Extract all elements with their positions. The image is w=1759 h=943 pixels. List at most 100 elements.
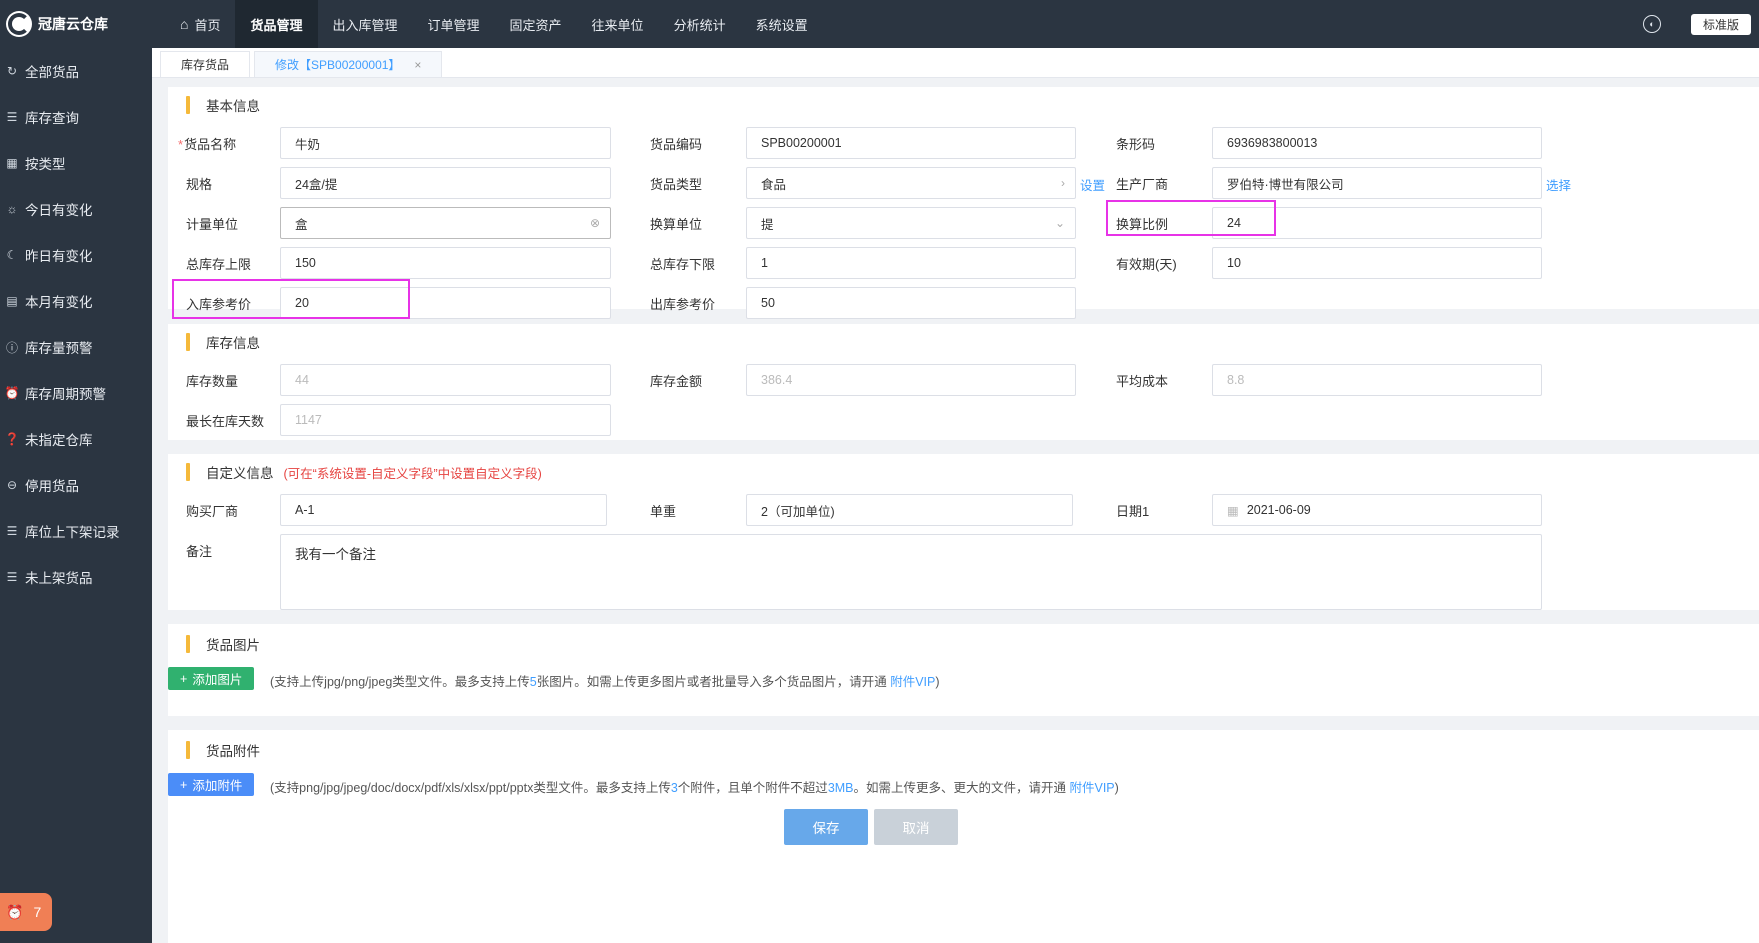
nav-orders[interactable]: 订单管理 <box>413 0 495 48</box>
vip-link[interactable]: 附件VIP <box>890 675 935 689</box>
max-stock-label: 总库存上限 <box>186 257 252 272</box>
stock-qty-input: 44 <box>280 364 611 396</box>
moon-icon: ☾ <box>6 248 18 262</box>
tab-edit-goods[interactable]: 修改【SPB00200001】 × <box>254 51 443 77</box>
date-label: 日期1 <box>1116 504 1150 519</box>
weight-label: 单重 <box>650 504 677 519</box>
date-input[interactable]: ▦ 2021-06-09 <box>1212 494 1542 526</box>
sidebar: 冠唐云仓库 ↻ 全部货品 ☰ 库存查询 ▦ 按类型 ☼ 今日有变化 ☾ 昨日有变化 ▤ 本月… <box>0 0 152 943</box>
nav-inout[interactable]: 出入库管理 <box>318 0 413 48</box>
sidebar-item-cycle-alert[interactable]: ⏰ 库存周期预警 <box>0 370 152 416</box>
attachments-card: 货品附件 + 添加附件 (支持png/jpg/jpeg/doc/docx/pdf/… <box>168 730 1759 943</box>
buyer-input[interactable]: A-1 <box>280 494 607 526</box>
avg-cost-input: 8.8 <box>1212 364 1542 396</box>
save-button[interactable]: 保存 <box>784 809 868 845</box>
conv-unit-label: 换算单位 <box>650 217 703 232</box>
section-title: 基本信息 <box>186 87 1741 123</box>
nav-partners[interactable]: 往来单位 <box>577 0 659 48</box>
goods-type-select[interactable]: 食品 › <box>746 167 1076 199</box>
notification-badge[interactable]: ⏰ 7 <box>0 893 52 931</box>
barcode-label: 条形码 <box>1116 137 1156 152</box>
type-settings-link[interactable]: 设置 <box>1080 175 1105 194</box>
vip-link[interactable]: 附件VIP <box>1070 781 1115 795</box>
version-badge[interactable]: 标准版 <box>1690 13 1751 35</box>
theme-toggle-icon[interactable]: ◐ <box>1642 15 1661 33</box>
stop-icon: ⊖ <box>6 478 18 492</box>
list-icon: ☰ <box>6 570 18 584</box>
cancel-button[interactable]: 取消 <box>874 809 958 845</box>
close-icon[interactable]: × <box>414 58 421 72</box>
unit-input[interactable]: 盒 ⊗ <box>280 207 611 239</box>
app-title: 冠唐云仓库 <box>38 16 108 32</box>
app-logo[interactable]: 冠唐云仓库 <box>0 0 152 48</box>
max-days-label: 最长在库天数 <box>186 414 265 429</box>
goods-name-input[interactable]: 牛奶 <box>280 127 611 159</box>
sidebar-item-today-changes[interactable]: ☼ 今日有变化 <box>0 186 152 232</box>
add-image-button[interactable]: + 添加图片 <box>168 667 255 690</box>
nav-goods[interactable]: 货品管理 <box>235 0 318 48</box>
conv-unit-select[interactable]: 提 ⌄ <box>746 207 1076 239</box>
goods-code-label: 货品编码 <box>650 137 703 152</box>
sidebar-item-disabled-goods[interactable]: ⊖ 停用货品 <box>0 462 152 508</box>
ratio-input[interactable]: 24 <box>1212 207 1542 239</box>
section-title: 自定义信息 (可在“系统设置-自定义字段”中设置自定义字段) <box>186 454 1741 490</box>
nav-assets[interactable]: 固定资产 <box>495 0 577 48</box>
sidebar-item-month-changes[interactable]: ▤ 本月有变化 <box>0 278 152 324</box>
images-card: 货品图片 + 添加图片 (支持上传jpg/png/jpeg类型文件。最多支持上传5… <box>168 624 1759 716</box>
sidebar-item-by-type[interactable]: ▦ 按类型 <box>0 140 152 186</box>
calendar-icon: ▦ <box>1227 503 1239 518</box>
spec-input[interactable]: 24盒/提 <box>280 167 611 199</box>
grid-icon: ▦ <box>6 156 18 170</box>
attachment-upload-hint: (支持png/jpg/jpeg/doc/docx/pdf/xls/xlsx/pp… <box>270 781 1119 795</box>
in-price-input[interactable]: 20 <box>280 287 611 319</box>
section-title: 货品图片 <box>186 624 1741 664</box>
stock-amount-label: 库存金额 <box>650 374 703 389</box>
list-icon: ☰ <box>6 110 18 124</box>
nav-right: ◐ 标准版 <box>1642 13 1759 35</box>
sidebar-item-all-goods[interactable]: ↻ 全部货品 <box>0 48 152 94</box>
out-price-input[interactable]: 50 <box>746 287 1076 319</box>
sun-icon: ☼ <box>6 202 18 216</box>
basic-info-card: 基本信息 *货品名称 牛奶 货品编码 SPB00200001 条形码 69369… <box>168 87 1759 319</box>
tab-bar: 库存货品 修改【SPB00200001】 × <box>152 48 1759 78</box>
sidebar-item-stock-alert[interactable]: ⓘ 库存量预警 <box>0 324 152 370</box>
stock-qty-label: 库存数量 <box>186 374 239 389</box>
main-content: 基本信息 *货品名称 牛奶 货品编码 SPB00200001 条形码 69369… <box>152 79 1759 943</box>
max-days-input: 1147 <box>280 404 611 436</box>
sidebar-item-stock-query[interactable]: ☰ 库存查询 <box>0 94 152 140</box>
out-price-label: 出库参考价 <box>650 297 716 312</box>
barcode-input[interactable]: 6936983800013 <box>1212 127 1542 159</box>
custom-info-card: 自定义信息 (可在“系统设置-自定义字段”中设置自定义字段) 购买厂商 A-1 单… <box>168 454 1759 610</box>
min-stock-input[interactable]: 1 <box>746 247 1076 279</box>
alarm-icon: ⏰ <box>6 903 24 920</box>
nav-home[interactable]: ⌂ 首页 <box>152 0 235 48</box>
section-title: 库存信息 <box>186 324 1741 360</box>
weight-input[interactable]: 2（可加单位) <box>746 494 1073 526</box>
nav-settings[interactable]: 系统设置 <box>741 0 823 48</box>
image-upload-hint: (支持上传jpg/png/jpeg类型文件。最多支持上传5张图片。如需上传更多图… <box>270 675 940 689</box>
sidebar-item-yesterday-changes[interactable]: ☾ 昨日有变化 <box>0 232 152 278</box>
plus-icon: + <box>180 777 188 792</box>
in-price-label: 入库参考价 <box>186 297 252 312</box>
sidebar-item-no-warehouse[interactable]: ❓ 未指定仓库 <box>0 416 152 462</box>
clear-icon[interactable]: ⊗ <box>590 216 600 230</box>
top-navigation: ⌂ 首页 货品管理 出入库管理 订单管理 固定资产 往来单位 分析统计 系统设置 … <box>152 0 1759 48</box>
maker-select-link[interactable]: 选择 <box>1546 175 1571 194</box>
nav-analytics[interactable]: 分析统计 <box>659 0 741 48</box>
expiry-label: 有效期(天) <box>1116 257 1177 272</box>
unit-label: 计量单位 <box>186 217 239 232</box>
goods-name-label: *货品名称 <box>178 137 237 152</box>
expiry-input[interactable]: 10 <box>1212 247 1542 279</box>
section-title: 货品附件 <box>186 730 1741 770</box>
max-stock-input[interactable]: 150 <box>280 247 611 279</box>
note-textarea[interactable]: 我有一个备注 <box>280 534 1542 610</box>
chevron-down-icon: ⌄ <box>1054 216 1065 230</box>
goods-type-label: 货品类型 <box>650 177 703 192</box>
goods-code-input[interactable]: SPB00200001 <box>746 127 1076 159</box>
maker-input[interactable]: 罗伯特·博世有限公司 <box>1212 167 1542 199</box>
add-attachment-button[interactable]: + 添加附件 <box>168 773 255 796</box>
tab-stock-goods[interactable]: 库存货品 <box>160 51 251 77</box>
sidebar-item-unshelved-goods[interactable]: ☰ 未上架货品 <box>0 554 152 600</box>
sidebar-item-shelf-records[interactable]: ☰ 库位上下架记录 <box>0 508 152 554</box>
maker-label: 生产厂商 <box>1116 177 1169 192</box>
